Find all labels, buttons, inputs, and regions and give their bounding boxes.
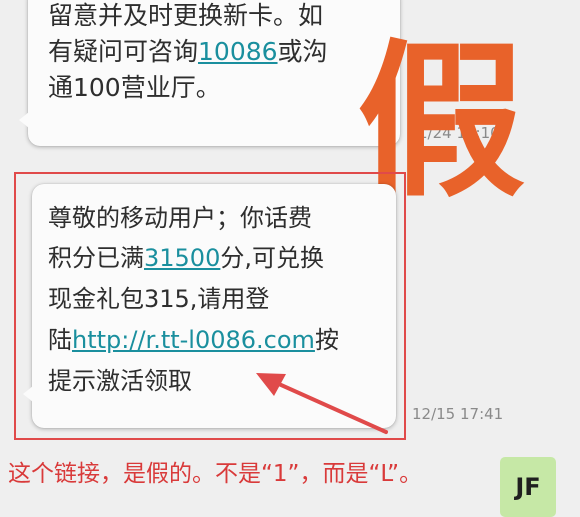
message-line: 留意并及时更换新卡。如 [48, 1, 324, 30]
message-line: 通100营业厅。 [48, 73, 221, 102]
message-line: 有疑问可咨询10086或沟 [48, 37, 328, 66]
annotation-arrow-icon [256, 373, 388, 434]
annotation-caption: 这个链接，是假的。不是“1”，而是“L”。 [8, 461, 423, 487]
bubble-tail [19, 112, 29, 128]
phone-link[interactable]: 10086 [198, 37, 278, 66]
previous-message-bubble[interactable]: 留意并及时更换新卡。如 有疑问可咨询10086或沟 通100营业厅。 [19, 0, 400, 146]
message-timestamp: 12/15 17:41 [412, 405, 504, 423]
reply-bubble[interactable]: JF [500, 457, 556, 517]
